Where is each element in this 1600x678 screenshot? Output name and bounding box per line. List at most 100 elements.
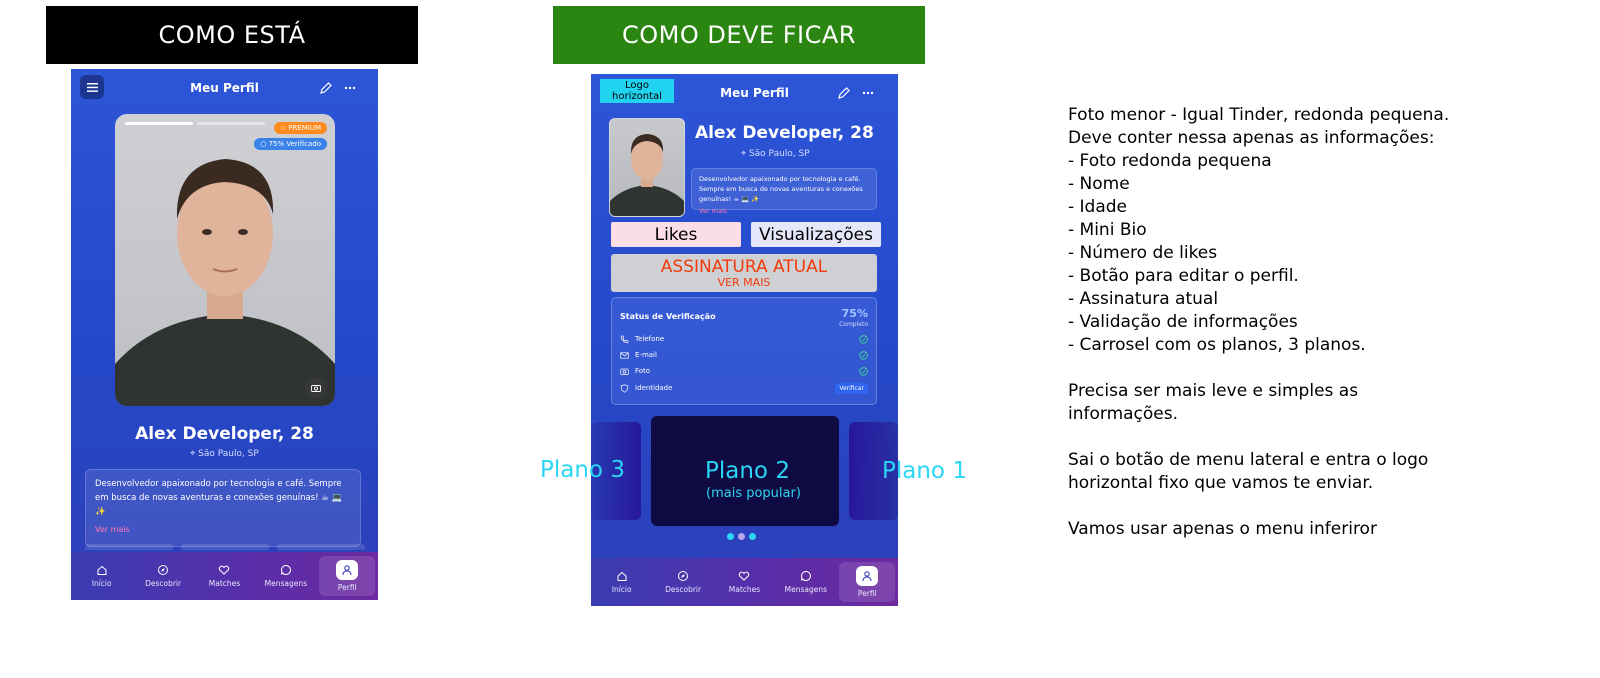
profile-location: ⌖ São Paulo, SP: [741, 149, 810, 159]
nav-active-indicator: [336, 560, 359, 580]
more-options-icon[interactable]: [343, 81, 357, 95]
nav-label: Início: [611, 585, 632, 594]
subscription-see-more[interactable]: VER MAIS: [611, 277, 877, 289]
nav-label: Descobrir: [145, 579, 182, 588]
bio-text: Desenvolvedor apaixonado por tecnologia …: [95, 479, 343, 517]
partially-hidden-tabs: [85, 544, 365, 550]
note-line: - Validação de informações: [1068, 312, 1298, 332]
location-pin-icon: ⌖: [190, 449, 196, 459]
subscription-title: ASSINATURA ATUAL: [660, 257, 828, 277]
verification-row-identity: Identidade Verificar: [620, 381, 868, 395]
note-line: Foto menor - Igual Tinder, redonda peque…: [1068, 105, 1450, 125]
plan-2-label: Plano 2: [705, 458, 790, 484]
verification-title: Status de Verificação: [620, 312, 716, 321]
verification-status-card: Status de Verificação 75% Completo Telef…: [611, 297, 877, 405]
bio-card: Desenvolvedor apaixonado por tecnologia …: [691, 168, 877, 215]
note-line: Precisa ser mais leve e simples as: [1068, 381, 1359, 401]
bio-text: Desenvolvedor apaixonado por tecnologia …: [699, 175, 863, 203]
requirements-notes: Foto menor - Igual Tinder, redonda peque…: [1068, 104, 1449, 541]
note-line: - Carrosel com os planos, 3 planos.: [1068, 335, 1366, 355]
nav-label: Perfil: [337, 583, 357, 592]
nav-item-perfil[interactable]: Perfil: [319, 556, 376, 596]
carousel-dots: [727, 533, 756, 540]
bottom-nav: Início Descobrir Matches Mensagens Perfi…: [591, 558, 898, 606]
profile-photo-card[interactable]: ☆ PREMIUM ○ 75% Verificado: [115, 114, 335, 406]
nav-item-matches[interactable]: Matches: [716, 570, 772, 594]
carousel-dot[interactable]: [738, 533, 745, 540]
nav-item-perfil[interactable]: Perfil: [839, 562, 896, 602]
top-bar: Meu Perfil: [71, 69, 378, 109]
home-icon: [97, 565, 107, 575]
compass-icon: [678, 571, 689, 581]
edit-icon[interactable]: [319, 81, 333, 95]
note-line: - Assinatura atual: [1068, 289, 1219, 309]
verification-label: Foto: [635, 367, 651, 375]
nav-label: Perfil: [857, 589, 877, 598]
nav-item-mensagens[interactable]: Mensagens: [258, 564, 314, 588]
profile-photo-thumb[interactable]: [609, 118, 685, 217]
nav-item-inicio[interactable]: Início: [594, 570, 650, 594]
note-line: informações.: [1068, 404, 1179, 424]
check-circle-icon: [859, 366, 868, 376]
camera-icon: [620, 368, 629, 375]
note-line: Sai o botão de menu lateral e entra o lo…: [1068, 450, 1429, 470]
target-state-banner: COMO DEVE FICAR: [553, 6, 925, 64]
profile-photo: [610, 134, 684, 216]
note-line: - Mini Bio: [1068, 220, 1147, 240]
camera-icon: [311, 385, 321, 392]
current-profile-screen: Meu Perfil ☆ PREMIUM ○ 75% Verificado Al…: [71, 69, 378, 600]
plan-1-label: Plano 1: [882, 458, 967, 484]
nav-active-indicator: [856, 566, 879, 586]
views-placeholder[interactable]: Visualizações: [751, 222, 881, 247]
mail-icon: [620, 351, 629, 359]
top-bar: Logo horizontal Meu Perfil: [591, 74, 898, 114]
compass-icon: [158, 565, 169, 575]
profile-name-age: Alex Developer, 28: [135, 424, 314, 444]
verification-caption: Completo: [839, 321, 868, 328]
location-text: São Paulo, SP: [198, 449, 259, 459]
chat-icon: [280, 564, 291, 575]
current-subscription-placeholder[interactable]: ASSINATURA ATUAL VER MAIS: [611, 254, 877, 292]
note-line: - Botão para editar o perfil.: [1068, 266, 1299, 286]
current-state-banner: COMO ESTÁ: [46, 6, 418, 64]
nav-item-descobrir[interactable]: Descobrir: [655, 570, 711, 594]
nav-item-mensagens[interactable]: Mensagens: [778, 570, 834, 594]
heart-icon: [219, 565, 230, 575]
likes-placeholder[interactable]: Likes: [611, 222, 741, 247]
note-line: - Foto redonda pequena: [1068, 151, 1272, 171]
nav-label: Descobrir: [665, 585, 702, 594]
plan-3-label: Plano 3: [540, 457, 625, 483]
note-line: - Idade: [1068, 197, 1128, 217]
nav-label: Mensagens: [264, 579, 308, 588]
change-photo-button[interactable]: [305, 378, 327, 398]
verification-label: Telefone: [635, 335, 665, 343]
verify-identity-button[interactable]: Verificar: [835, 382, 868, 394]
heart-icon: [739, 571, 750, 581]
carousel-dot[interactable]: [749, 533, 756, 540]
bio-card: Desenvolvedor apaixonado por tecnologia …: [85, 469, 361, 547]
location-text: São Paulo, SP: [748, 149, 810, 159]
home-icon: [617, 571, 627, 581]
verification-label: E-mail: [635, 351, 657, 359]
target-profile-screen: Logo horizontal Meu Perfil Alex Develope…: [591, 74, 898, 606]
verification-label: Identidade: [635, 384, 673, 392]
nav-item-matches[interactable]: Matches: [196, 564, 252, 588]
see-more-link[interactable]: Ver mais: [699, 206, 869, 216]
note-line: - Número de likes: [1068, 243, 1218, 263]
verification-row-email: E-mail: [620, 348, 868, 362]
more-options-icon[interactable]: [861, 86, 875, 100]
note-line: Deve conter nessa apenas as informações:: [1068, 128, 1435, 148]
note-line: Vamos usar apenas o menu inferiror: [1068, 519, 1377, 539]
verification-percent: 75%: [841, 307, 868, 320]
see-more-link[interactable]: Ver mais: [95, 523, 351, 537]
nav-item-descobrir[interactable]: Descobrir: [135, 564, 191, 588]
location-pin-icon: ⌖: [741, 149, 747, 159]
carousel-dot[interactable]: [727, 533, 734, 540]
note-line: - Nome: [1068, 174, 1130, 194]
edit-icon[interactable]: [837, 86, 851, 100]
nav-label: Matches: [208, 579, 241, 588]
shield-icon: [620, 383, 629, 393]
plan-2-sublabel: (mais popular): [706, 486, 801, 501]
nav-item-inicio[interactable]: Início: [74, 564, 130, 588]
page-title: Meu Perfil: [720, 86, 789, 100]
